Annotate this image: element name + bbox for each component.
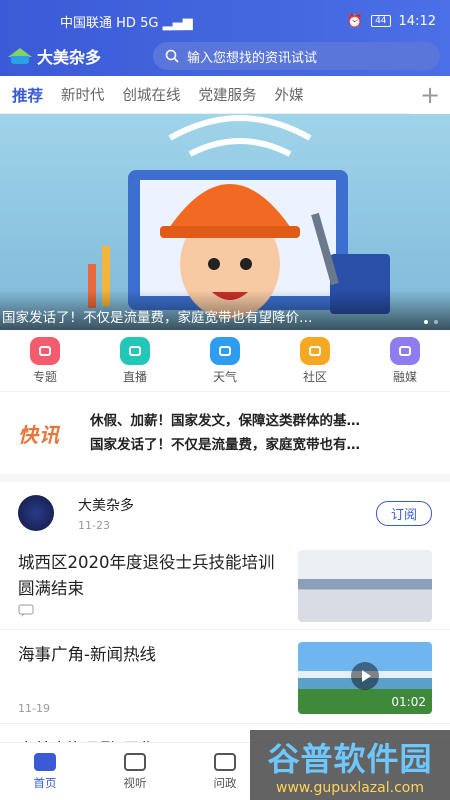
- flash-logo: 快讯: [18, 422, 60, 447]
- logo-icon: [8, 46, 32, 66]
- carrier: 中国联通 HD 5G ▂▄▆: [60, 15, 193, 31]
- news-thumbnail: [298, 550, 432, 622]
- video-duration: 01:02: [391, 695, 426, 709]
- community-icon: [300, 336, 330, 365]
- avatar[interactable]: [18, 495, 54, 531]
- home-icon: [34, 752, 56, 771]
- clock: 14:12: [398, 13, 436, 29]
- search-icon: [165, 49, 179, 63]
- news-title: 海事广角-新闻热线: [18, 645, 156, 664]
- app-name: 大美杂多: [37, 48, 102, 67]
- banner-carousel[interactable]: 国家发话了！不仅是流量费，家庭宽带也有望降价…: [0, 114, 450, 330]
- account-name: 大美杂多: [78, 497, 134, 514]
- tab-new-era[interactable]: 新时代: [61, 84, 105, 105]
- alarm-icon: ⏰: [346, 13, 364, 29]
- live-icon: [120, 336, 150, 365]
- quick-live[interactable]: 直播: [105, 336, 165, 385]
- account-date: 11-23: [78, 518, 110, 532]
- battery-icon: 44: [371, 15, 391, 27]
- flash-list: 休假、加薪！国家发文，保障这类群体的基… 国家发话了！不仅是流量费，家庭宽带也有…: [90, 409, 440, 457]
- tab-recommend[interactable]: 推荐: [12, 84, 43, 106]
- channel-tabs: 推荐 新时代 创城在线 党建服务 外媒 +: [0, 76, 450, 114]
- flash-news[interactable]: 快讯 休假、加薪！国家发文，保障这类群体的基… 国家发话了！不仅是流量费，家庭宽…: [0, 392, 450, 482]
- weather-icon: [210, 336, 240, 365]
- flash-item[interactable]: 休假、加薪！国家发文，保障这类群体的基…: [90, 409, 440, 433]
- nav-home[interactable]: 首页: [0, 743, 90, 800]
- news-title: 城西区2020年度退役士兵技能培训圆满结束: [18, 553, 275, 598]
- quick-media[interactable]: 融媒: [375, 336, 435, 385]
- news-date: 11-19: [18, 702, 50, 715]
- tab-city[interactable]: 创城在线: [123, 84, 181, 105]
- quick-weather[interactable]: 天气: [195, 336, 255, 385]
- nav-video[interactable]: 视听: [90, 743, 180, 800]
- quick-community[interactable]: 社区: [285, 336, 345, 385]
- search-placeholder: 输入您想找的资讯试试: [187, 50, 318, 66]
- video-thumbnail[interactable]: 01:02: [298, 642, 432, 714]
- comment-icon[interactable]: [18, 604, 288, 621]
- topic-icon: [30, 336, 60, 365]
- news-item[interactable]: 海事广角-新闻热线 11-19 01:02: [0, 630, 450, 724]
- account-row: 大美杂多 11-23 订阅: [0, 482, 450, 544]
- app-logo: 大美杂多: [8, 44, 153, 68]
- quick-entry-bar: 专题 直播 天气 社区 融媒: [0, 330, 450, 392]
- flash-item[interactable]: 国家发话了！不仅是流量费，家庭宽带也有…: [90, 433, 440, 457]
- banner-caption: 国家发话了！不仅是流量费，家庭宽带也有望降价…: [0, 290, 450, 330]
- carousel-dots: [424, 320, 438, 324]
- watermark: 谷普软件园 www.gupuxlazal.com: [250, 730, 450, 800]
- tab-party[interactable]: 党建服务: [199, 84, 257, 105]
- app-header: 大美杂多 输入您想找的资讯试试: [0, 42, 450, 76]
- news-item[interactable]: 城西区2020年度退役士兵技能培训圆满结束: [0, 544, 450, 630]
- play-icon[interactable]: [351, 662, 379, 690]
- status-bar: 中国联通 HD 5G ▂▄▆ ⏰ 44 14:12: [0, 0, 450, 42]
- video-icon: [124, 752, 146, 771]
- tab-foreign[interactable]: 外媒: [275, 84, 304, 105]
- add-channel-icon[interactable]: +: [410, 76, 450, 114]
- media-icon: [390, 336, 420, 365]
- briefcase-icon: [214, 752, 236, 771]
- subscribe-button[interactable]: 订阅: [375, 500, 432, 526]
- quick-topic[interactable]: 专题: [15, 336, 75, 385]
- search-input[interactable]: 输入您想找的资讯试试: [153, 42, 440, 70]
